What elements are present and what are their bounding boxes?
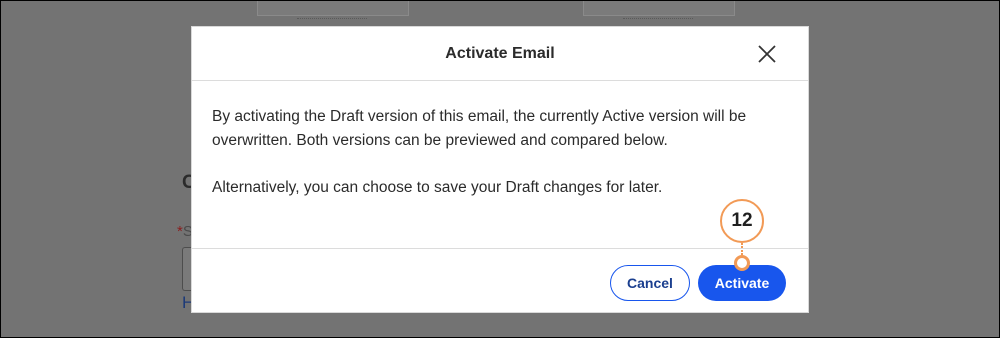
dialog-message: By activating the Draft version of this … (212, 108, 747, 149)
dialog-header: Activate Email (192, 27, 808, 81)
email-thumbnail-active (257, 1, 409, 16)
close-icon (758, 45, 776, 63)
dialog-title: Activate Email (445, 44, 555, 62)
callout-connector (741, 243, 743, 255)
cancel-button[interactable]: Cancel (610, 265, 690, 301)
app-frame: C *S H Activate Email By activating the … (0, 0, 1000, 338)
dialog-alternative-message: Alternatively, you can choose to save yo… (212, 179, 663, 196)
email-thumbnail-draft (583, 1, 735, 16)
dialog-footer: Cancel Activate (192, 249, 808, 313)
dialog-body: By activating the Draft version of this … (192, 81, 808, 249)
close-button[interactable] (756, 43, 778, 65)
step-callout-badge: 12 (720, 199, 764, 243)
callout-pointer-dot (734, 255, 750, 271)
activate-email-dialog: Activate Email By activating the Draft v… (191, 26, 809, 313)
